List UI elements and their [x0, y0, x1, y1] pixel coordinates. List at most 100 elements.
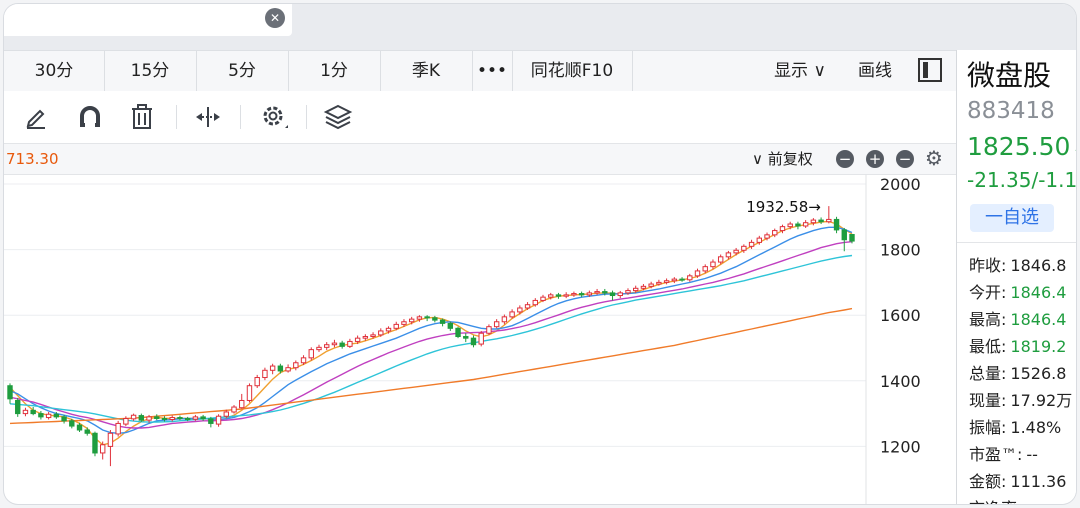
quote-stat-label: 昨收:	[969, 256, 1007, 275]
close-icon[interactable]: ✕	[265, 8, 285, 28]
fit-width-icon[interactable]	[192, 101, 224, 133]
candle-body	[756, 237, 763, 243]
candle-body	[308, 349, 314, 359]
y-axis-tick-label: 1400	[880, 372, 921, 391]
candle-body	[378, 330, 384, 336]
quote-stat-label: 最高:	[969, 310, 1007, 329]
period-1min-button[interactable]: 1分	[288, 51, 381, 91]
candle-body	[455, 327, 461, 338]
period-30min-button[interactable]: 30分	[4, 51, 105, 91]
candle-body	[748, 241, 755, 247]
candle-body	[733, 249, 739, 254]
tab-bar: ✕	[4, 4, 1076, 50]
candle-body	[223, 411, 229, 417]
candle-body	[262, 369, 268, 379]
layout-toggle-icon[interactable]	[918, 58, 942, 82]
draw-line-button[interactable]: 画线	[844, 51, 906, 91]
candle-body	[555, 294, 562, 297]
indicator-info-bar: 713.30 ∨ 前复权 − + − ⚙	[4, 143, 956, 175]
collapse-icon[interactable]: −	[836, 150, 854, 168]
candle-body	[385, 327, 392, 332]
quote-stat-row: 金额: 111.36	[969, 468, 1066, 492]
candle-body	[38, 413, 44, 418]
f10-button[interactable]: 同花顺F10	[512, 51, 633, 91]
candle-body	[7, 385, 13, 400]
trash-icon[interactable]	[126, 101, 158, 133]
candle-body	[300, 357, 307, 364]
magnet-icon[interactable]	[74, 101, 106, 133]
candle-body	[602, 291, 608, 294]
stock-code: 883418	[967, 98, 1055, 124]
candle-body	[169, 417, 175, 421]
candle-body	[795, 223, 801, 227]
period-15min-button[interactable]: 15分	[104, 51, 197, 91]
candle-body	[571, 293, 577, 296]
candle-body	[478, 332, 484, 345]
max-price-annotation: 1932.58→	[746, 198, 821, 216]
candle-body	[231, 406, 237, 413]
adjustment-dropdown[interactable]: ∨ 前复权	[752, 148, 813, 169]
candle-body	[123, 418, 129, 425]
candlestick-chart[interactable]: 2000 1800 1600 1400 1200 1000 1932.58→	[4, 174, 956, 504]
candle-body	[849, 234, 855, 242]
layers-icon[interactable]	[322, 101, 354, 133]
quote-stat-label: 总量:	[969, 364, 1007, 383]
quote-stat-label: 现量:	[969, 391, 1007, 410]
candle-body	[633, 287, 639, 292]
candle-body	[45, 413, 52, 419]
quote-panel: 微盘股 883418 1825.50↓ -21.35/-1.1 一自选 昨收:1…	[957, 50, 1076, 504]
candle-body	[347, 340, 353, 347]
zoom-in-icon[interactable]: +	[866, 150, 884, 168]
candle-body	[725, 252, 732, 258]
candle-body	[107, 432, 114, 447]
period-quarter-k-button[interactable]: 季K	[380, 51, 473, 91]
settings-icon[interactable]	[258, 101, 290, 133]
candle-body	[509, 311, 515, 318]
candle-body	[130, 414, 137, 420]
candle-body	[663, 280, 670, 283]
candle-body	[802, 222, 809, 227]
candle-body	[285, 367, 291, 372]
y-axis-tick-label: 1200	[880, 437, 921, 456]
candle-body	[594, 291, 600, 294]
candle-body	[69, 420, 75, 427]
quote-stat-row: 市净率:	[969, 495, 1026, 504]
candle-body	[92, 432, 98, 454]
candle-body	[324, 344, 330, 348]
candle-body	[563, 294, 569, 297]
quote-stat-value: 1526.8	[1010, 364, 1067, 383]
candle-body	[447, 322, 454, 329]
display-dropdown[interactable]: 显示 ∨	[756, 51, 844, 91]
candle-body	[293, 362, 299, 369]
stock-name: 微盘股	[967, 59, 1052, 92]
quote-stat-row: 振幅: 1.48%	[969, 414, 1061, 438]
candle-body	[540, 296, 546, 301]
candle-body	[354, 337, 361, 342]
candle-body	[339, 342, 345, 347]
candle-body	[15, 399, 21, 415]
candle-body	[362, 336, 369, 339]
y-axis-tick-label: 2000	[880, 175, 921, 194]
price-change: -21.35/-1.1	[967, 168, 1076, 192]
candle-body	[810, 219, 817, 224]
period-5min-button[interactable]: 5分	[196, 51, 289, 91]
candle-body	[61, 416, 67, 422]
candle-body	[679, 278, 685, 281]
candle-body	[486, 326, 492, 334]
chart-settings-icon[interactable]: ⚙	[925, 148, 943, 168]
candle-body	[517, 307, 523, 313]
pencil-icon[interactable]	[20, 101, 52, 133]
active-tab[interactable]: ✕	[4, 4, 292, 36]
more-periods-button[interactable]: •••	[472, 51, 513, 91]
quote-stat-row: 最低: 1819.2	[969, 333, 1066, 357]
add-watchlist-button[interactable]: 一自选	[970, 204, 1054, 232]
candle-body	[424, 316, 430, 319]
toolbar-divider	[176, 105, 177, 129]
candle-body	[787, 223, 793, 228]
candle-body	[393, 323, 399, 329]
candle-body	[617, 292, 623, 297]
divider	[957, 242, 1076, 243]
candle-body	[826, 218, 832, 223]
candle-body	[609, 292, 616, 297]
zoom-out-icon[interactable]: −	[896, 150, 914, 168]
